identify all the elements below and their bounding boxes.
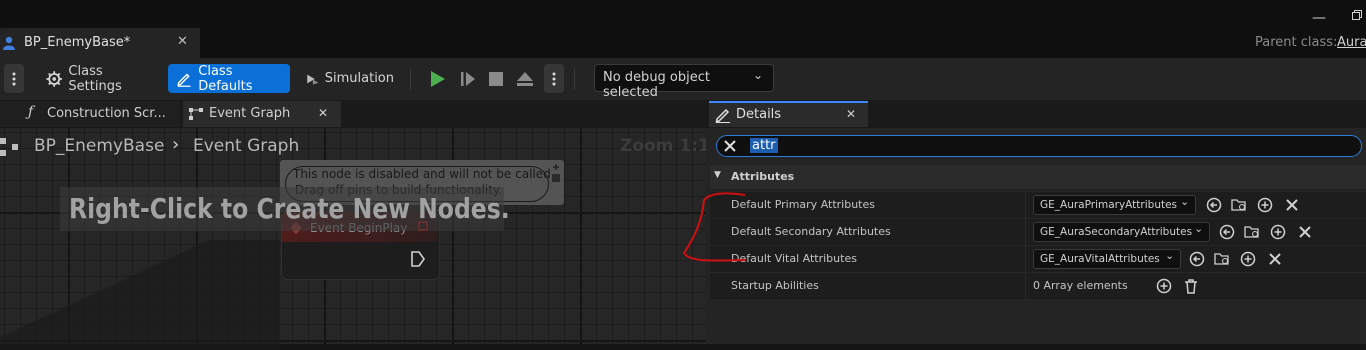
graph-icon: [189, 108, 203, 120]
search-input-value: attr: [750, 138, 778, 153]
play-controls: [420, 64, 566, 93]
debug-object-select[interactable]: No debug object selected ⌄: [594, 64, 774, 100]
gear-icon: [46, 70, 62, 87]
browse-back-icon[interactable]: [1189, 251, 1205, 267]
toolbar-divider: [410, 68, 411, 90]
category-label: Attributes: [731, 170, 795, 183]
tab-details[interactable]: Details ✕: [709, 101, 868, 127]
tab-event-graph[interactable]: Event Graph ✕: [183, 101, 341, 127]
debug-object-value: No debug object selected: [603, 70, 710, 100]
collapse-arrow-icon: ▼: [714, 170, 721, 180]
add-element-icon[interactable]: [1156, 278, 1172, 294]
simulation-label: Simulation: [324, 71, 394, 86]
title-bar: [0, 0, 1366, 58]
parent-class-label: Parent class:: [1255, 35, 1338, 50]
blueprint-actor-icon: [3, 36, 15, 50]
array-count: 0 Array elements: [1033, 279, 1128, 292]
document-tab[interactable]: BP_EnemyBase* ✕: [0, 28, 200, 58]
parent-class-link[interactable]: Aura: [1337, 35, 1366, 50]
chevron-right-icon: ›: [172, 134, 180, 155]
step-forward-icon[interactable]: [460, 70, 476, 88]
category-header-attributes[interactable]: [710, 165, 1366, 189]
asset-picker-value: GE_AuraVitalAttributes: [1040, 253, 1160, 265]
function-icon: ƒ: [28, 104, 34, 120]
property-name: Default Primary Attributes: [731, 198, 875, 211]
chevron-down-icon: ⌄: [752, 68, 763, 82]
asset-picker-combo[interactable]: GE_AuraSecondaryAttributes ⌄: [1033, 222, 1210, 242]
asset-picker-value: GE_AuraPrimaryAttributes: [1040, 199, 1178, 211]
class-defaults-button[interactable]: Class Defaults: [168, 63, 290, 94]
browse-back-icon[interactable]: [1219, 224, 1235, 240]
tab-event-graph-label: Event Graph: [209, 106, 291, 121]
details-search-input[interactable]: [716, 135, 1362, 157]
exec-pin-icon[interactable]: [411, 251, 425, 267]
eject-icon[interactable]: [516, 70, 534, 88]
red-annotation-bracket: [682, 192, 747, 262]
document-tab-title: BP_EnemyBase*: [24, 35, 131, 50]
property-name: Default Secondary Attributes: [731, 225, 891, 238]
zoom-level: Zoom 1:1: [620, 136, 710, 156]
play-options-button[interactable]: [544, 64, 564, 93]
browse-folder-icon[interactable]: [1214, 251, 1230, 267]
comment-pin-icon: [552, 164, 560, 182]
tab-details-label: Details: [736, 107, 782, 122]
class-defaults-label: Class Defaults: [198, 63, 253, 94]
toolbar: Class Settings Class Defaults Simulation…: [0, 58, 1366, 100]
graph-shading: [0, 240, 280, 350]
breadcrumb-current: Event Graph: [193, 136, 300, 156]
close-icon[interactable]: ✕: [846, 107, 856, 121]
simulation-icon: [307, 74, 319, 85]
chevron-down-icon: ⌄: [1194, 223, 1203, 235]
add-icon[interactable]: [1270, 224, 1286, 240]
toolbar-menu-button[interactable]: [4, 64, 24, 93]
close-icon[interactable]: ✕: [318, 106, 328, 120]
browse-back-icon[interactable]: [1206, 197, 1222, 213]
browse-folder-icon[interactable]: [1231, 197, 1247, 213]
details-pencil-icon: [715, 108, 730, 123]
breadcrumb-root[interactable]: BP_EnemyBase: [34, 136, 164, 156]
stop-icon[interactable]: [488, 70, 504, 88]
property-name: Startup Abilities: [731, 279, 819, 292]
minimize-icon[interactable]: —: [1312, 10, 1326, 26]
add-icon[interactable]: [1257, 197, 1273, 213]
class-settings-button[interactable]: Class Settings: [38, 63, 160, 94]
simulation-button[interactable]: Simulation: [298, 64, 402, 93]
asset-picker-value: GE_AuraSecondaryAttributes: [1040, 226, 1193, 238]
toolbar-divider: [574, 68, 575, 90]
restore-icon[interactable]: [1352, 10, 1362, 20]
disabled-message-line1: This node is disabled and will not be ca…: [293, 167, 555, 181]
chevron-down-icon: ⌄: [1165, 250, 1174, 262]
asset-picker-combo[interactable]: GE_AuraPrimaryAttributes ⌄: [1033, 195, 1196, 215]
browse-folder-icon[interactable]: [1244, 224, 1260, 240]
clear-icon[interactable]: [1284, 197, 1300, 213]
add-icon[interactable]: [1240, 251, 1256, 267]
trash-icon[interactable]: [1183, 278, 1199, 294]
close-icon[interactable]: ✕: [177, 34, 188, 49]
tab-construction-script[interactable]: ƒ Construction Scr...: [0, 101, 180, 127]
class-settings-label: Class Settings: [68, 63, 122, 94]
clear-search-icon[interactable]: [723, 139, 737, 153]
tab-construction-script-label: Construction Scr...: [47, 106, 166, 121]
graph-hint: Right-Click to Create New Nodes.: [69, 192, 510, 225]
asset-picker-combo[interactable]: GE_AuraVitalAttributes ⌄: [1033, 249, 1181, 269]
edit-defaults-icon: [177, 72, 191, 87]
clear-icon[interactable]: [1297, 224, 1313, 240]
play-icon[interactable]: [430, 70, 446, 88]
graph-breadcrumb-icon: [0, 138, 18, 156]
clear-icon[interactable]: [1267, 251, 1283, 267]
chevron-down-icon: ⌄: [1180, 196, 1189, 208]
